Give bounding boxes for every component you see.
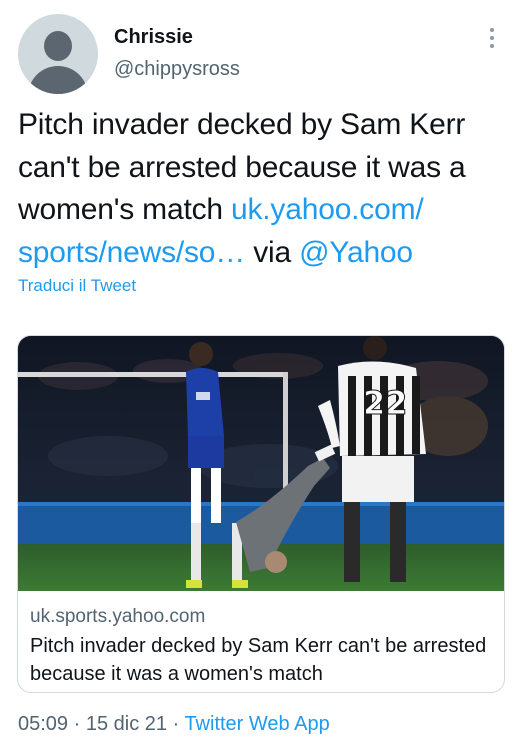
tweet-source-app[interactable]: Twitter Web App bbox=[184, 713, 329, 735]
tweet-mention[interactable]: @Yahoo bbox=[299, 236, 413, 269]
football-match-photo: 22 bbox=[18, 336, 504, 591]
tweet-time[interactable]: 05:09 bbox=[18, 713, 68, 735]
translate-tweet-link[interactable]: Traduci il Tweet bbox=[18, 276, 136, 296]
tweet-via-text: via bbox=[245, 235, 300, 269]
avatar-body-shape bbox=[28, 66, 88, 94]
tweet-date[interactable]: 15 dic 21 bbox=[86, 713, 167, 735]
avatar[interactable] bbox=[18, 14, 98, 94]
tweet-text: Pitch invader decked by Sam Kerr can't b… bbox=[18, 104, 513, 274]
card-domain: uk.sports.yahoo.com bbox=[30, 606, 206, 627]
more-vertical-icon[interactable] bbox=[484, 28, 500, 50]
meta-separator-2: · bbox=[167, 713, 185, 735]
tweet-meta: 05:09 · 15 dic 21 · Twitter Web App bbox=[18, 713, 330, 736]
svg-text:22: 22 bbox=[363, 384, 408, 422]
author-handle[interactable]: @chippysross bbox=[114, 58, 240, 81]
avatar-head-shape bbox=[44, 31, 72, 61]
card-title: Pitch invader decked by Sam Kerr can't b… bbox=[30, 635, 487, 685]
author-name[interactable]: Chrissie bbox=[114, 26, 193, 49]
link-preview-card[interactable]: 22 uk.sports.yahoo.com Pitch invader dec… bbox=[17, 335, 505, 693]
meta-separator: · bbox=[68, 713, 86, 735]
